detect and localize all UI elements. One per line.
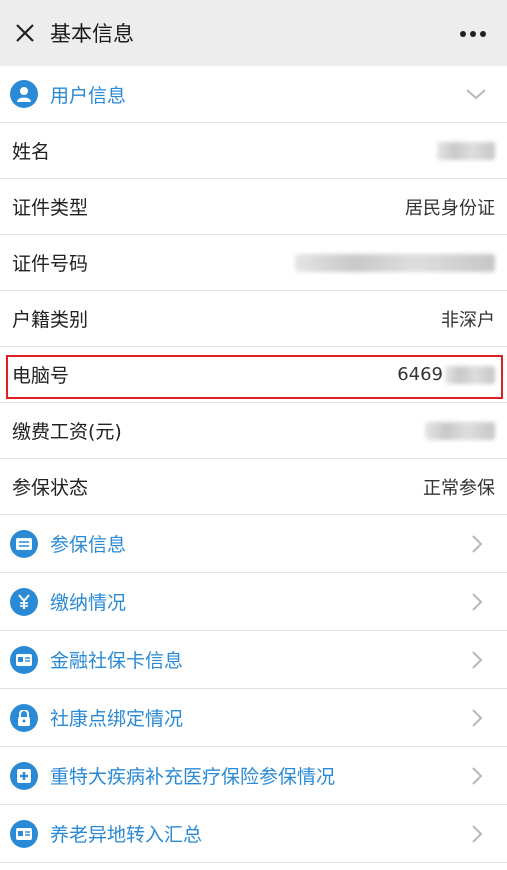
field-value-redacted — [437, 140, 495, 161]
chevron-right-icon — [472, 766, 483, 785]
field-row-name: 姓名 — [0, 123, 507, 179]
menu-label: 社康点绑定情况 — [50, 708, 184, 730]
lock-icon — [10, 703, 38, 732]
field-value-redacted — [295, 252, 495, 273]
menu-item-social-security-card[interactable]: 金融社保卡信息 — [0, 631, 507, 689]
field-label: 缴费工资(元) — [12, 421, 122, 443]
yuan-icon — [10, 587, 38, 616]
field-label: 证件号码 — [12, 253, 89, 275]
card-icon — [10, 645, 38, 674]
field-value: 正常参保 — [423, 477, 495, 499]
user-info-section[interactable]: 用户信息 — [0, 66, 507, 123]
chevron-right-icon — [472, 824, 483, 843]
field-row-household-type: 户籍类别 非深户 — [0, 291, 507, 347]
field-row-id-type: 证件类型 居民身份证 — [0, 179, 507, 235]
field-row-computer-number: 电脑号 6469 — [0, 347, 507, 403]
menu-label: 金融社保卡信息 — [50, 650, 184, 672]
chevron-right-icon — [472, 592, 483, 611]
field-label: 户籍类别 — [12, 309, 89, 331]
field-value: 非深户 — [441, 309, 495, 331]
chevron-right-icon — [472, 534, 483, 553]
list-icon — [10, 529, 38, 558]
field-value-redacted — [425, 420, 495, 441]
field-row-wage: 缴费工资(元) — [0, 403, 507, 459]
field-label: 电脑号 — [12, 365, 70, 387]
menu-item-critical-illness-insurance[interactable]: 重特大疾病补充医疗保险参保情况 — [0, 747, 507, 805]
field-row-id-number: 证件号码 — [0, 235, 507, 291]
field-value: 居民身份证 — [405, 197, 495, 219]
menu-item-payment-status[interactable]: 缴纳情况 — [0, 573, 507, 631]
field-label: 证件类型 — [12, 197, 89, 219]
menu-item-pension-transfer[interactable]: 养老异地转入汇总 — [0, 805, 507, 863]
field-row-insurance-status: 参保状态 正常参保 — [0, 459, 507, 515]
more-icon[interactable] — [459, 30, 487, 38]
card-icon — [10, 819, 38, 848]
field-label: 参保状态 — [12, 477, 89, 499]
field-label: 姓名 — [12, 141, 51, 163]
menu-item-insurance-info[interactable]: 参保信息 — [0, 515, 507, 573]
page-title: 基本信息 — [50, 22, 134, 46]
user-icon — [10, 80, 38, 108]
menu-label: 重特大疾病补充医疗保险参保情况 — [50, 766, 336, 788]
section-label: 用户信息 — [50, 84, 127, 107]
menu-label: 参保信息 — [50, 534, 127, 556]
chevron-right-icon — [472, 708, 483, 727]
medical-plus-icon — [10, 761, 38, 790]
menu-item-clinic-binding[interactable]: 社康点绑定情况 — [0, 689, 507, 747]
menu-label: 养老异地转入汇总 — [50, 824, 203, 846]
computer-number-visible: 6469 — [397, 364, 443, 385]
field-value: 6469 — [397, 364, 495, 385]
menu-label: 缴纳情况 — [50, 592, 127, 614]
chevron-right-icon — [472, 650, 483, 669]
close-icon[interactable] — [14, 22, 36, 44]
top-navbar: 基本信息 — [0, 0, 507, 66]
chevron-down-icon — [466, 89, 486, 100]
